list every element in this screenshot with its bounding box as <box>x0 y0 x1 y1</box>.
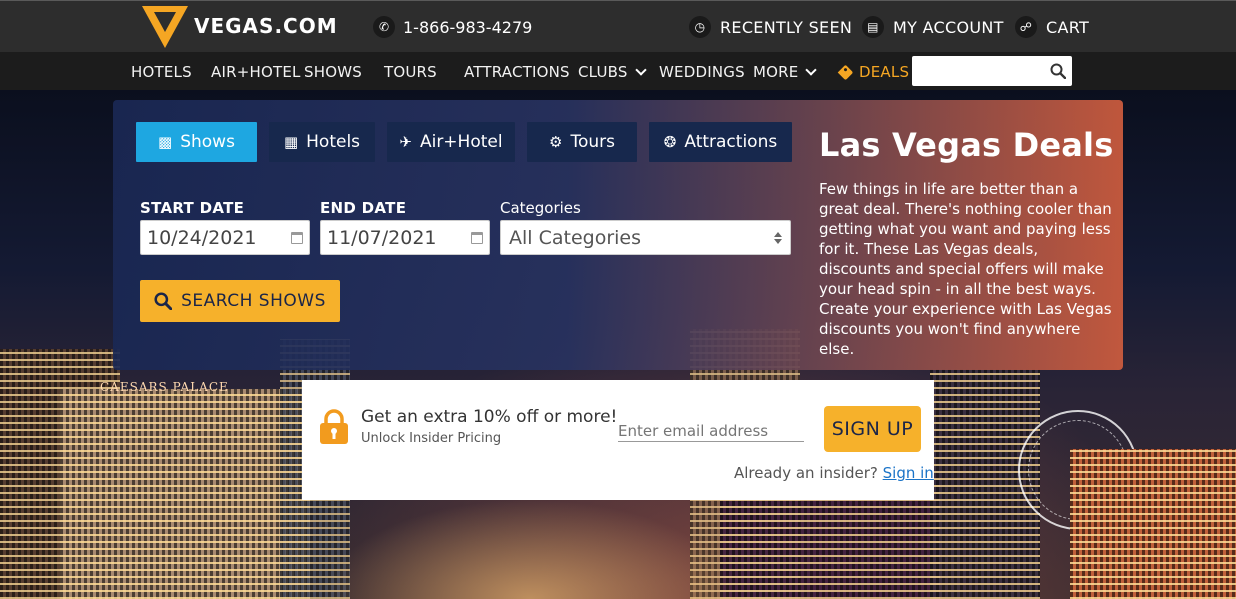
ticket-icon: ▩ <box>158 133 173 151</box>
cart-link[interactable]: ☍ CART <box>1015 16 1089 38</box>
already-insider-text: Already an insider? Sign in <box>734 464 934 482</box>
cart-icon: ☍ <box>1015 16 1037 38</box>
caesars-palace-sign: CAESARS PALACE <box>100 380 229 394</box>
select-arrows-icon <box>774 231 782 244</box>
end-date-value: 11/07/2021 <box>327 226 437 249</box>
lock-icon <box>320 409 348 444</box>
my-account-label: MY ACCOUNT <box>893 17 1004 37</box>
tab-air-hotel[interactable]: ✈ Air+Hotel <box>387 122 515 162</box>
cart-label: CART <box>1046 17 1090 37</box>
tab-attractions[interactable]: ❂ Attractions <box>649 122 792 162</box>
nav-item-more-label: MORE <box>753 63 799 81</box>
vegas-logo[interactable]: VEGAS.COM <box>142 4 338 48</box>
chevron-down-icon <box>634 63 647 76</box>
search-shows-label: SEARCH SHOWS <box>181 291 326 311</box>
nav-item-deals-label: DEALS <box>859 63 910 81</box>
email-field[interactable] <box>618 420 804 442</box>
start-date-field[interactable]: 10/24/2021 <box>140 220 310 255</box>
search-input[interactable] <box>912 56 1072 86</box>
search-icon[interactable] <box>1050 63 1066 79</box>
street-glow <box>320 499 740 599</box>
tab-hotels-label: Hotels <box>306 132 361 152</box>
building-icon: ▦ <box>283 133 299 151</box>
nav-item-more[interactable]: MORE <box>753 63 818 81</box>
phone-link[interactable]: ✆ 1-866-983-4279 <box>373 16 532 38</box>
nav-item-air-hotel[interactable]: AIR+HOTEL <box>211 63 301 81</box>
start-date-value: 10/24/2021 <box>147 226 257 249</box>
chevron-down-icon <box>805 63 818 76</box>
tag-icon <box>837 64 854 80</box>
recently-seen-label: RECENTLY SEEN <box>720 17 853 37</box>
already-insider-label: Already an insider? <box>734 464 878 482</box>
nav-item-shows[interactable]: SHOWS <box>304 63 362 81</box>
insider-signup-box: Get an extra 10% off or more! Unlock Ins… <box>302 380 934 500</box>
nav-item-attractions[interactable]: ATTRACTIONS <box>464 63 570 81</box>
airplane-icon: ✈ <box>399 133 412 151</box>
tab-tours[interactable]: ⚙ Tours <box>527 122 637 162</box>
categories-select[interactable]: All Categories <box>500 220 791 255</box>
nav-item-tours[interactable]: TOURS <box>384 63 437 81</box>
top-bar: VEGAS.COM ✆ 1-866-983-4279 ◷ RECENTLY SE… <box>0 0 1236 52</box>
tab-hotels[interactable]: ▦ Hotels <box>269 122 375 162</box>
search-panel: ▩ Shows ▦ Hotels ✈ Air+Hotel ⚙ Tours ❂ A… <box>113 100 1123 370</box>
sign-in-link[interactable]: Sign in <box>883 464 934 482</box>
logo-text: VEGAS.COM <box>194 14 338 38</box>
caesars-palace-building <box>60 389 310 599</box>
tab-tours-label: Tours <box>570 132 615 152</box>
start-date-label: START DATE <box>140 199 245 217</box>
search-shows-button[interactable]: SEARCH SHOWS <box>140 280 340 322</box>
clock-icon: ◷ <box>689 16 711 38</box>
phone-number: 1-866-983-4279 <box>403 17 533 37</box>
tab-shows[interactable]: ▩ Shows <box>136 122 257 162</box>
insider-title: Get an extra 10% off or more! <box>361 407 618 427</box>
recently-seen-link[interactable]: ◷ RECENTLY SEEN <box>689 16 852 38</box>
insider-subtitle: Unlock Insider Pricing <box>361 431 502 446</box>
helicopter-icon: ⚙ <box>549 133 563 151</box>
ballys-building <box>1070 449 1236 599</box>
calendar-icon <box>291 231 303 244</box>
nav-item-clubs[interactable]: CLUBS <box>578 63 647 81</box>
nav-item-hotels[interactable]: HOTELS <box>131 63 192 81</box>
sign-up-button[interactable]: SIGN UP <box>824 406 921 452</box>
phone-icon: ✆ <box>373 16 395 38</box>
my-account-link[interactable]: ▤ MY ACCOUNT <box>862 16 1004 38</box>
id-card-icon: ▤ <box>862 16 884 38</box>
search-icon <box>154 292 173 310</box>
ferris-wheel-icon: ❂ <box>663 133 677 151</box>
nav-item-clubs-label: CLUBS <box>578 63 628 81</box>
tab-shows-label: Shows <box>180 132 235 152</box>
nav-item-deals[interactable]: DEALS <box>837 63 910 81</box>
logo-v-icon <box>142 6 188 48</box>
main-nav: HOTELS AIR+HOTEL SHOWS TOURS ATTRACTIONS… <box>0 52 1236 90</box>
end-date-label: END DATE <box>320 199 407 217</box>
categories-label: Categories <box>500 199 581 217</box>
categories-value: All Categories <box>509 226 642 249</box>
end-date-field[interactable]: 11/07/2021 <box>320 220 490 255</box>
calendar-icon <box>471 231 483 244</box>
tab-air-hotel-label: Air+Hotel <box>419 132 503 152</box>
nav-item-weddings[interactable]: WEDDINGS <box>659 63 745 81</box>
deals-description: Few things in life are better than a gre… <box>819 180 1112 358</box>
deals-title: Las Vegas Deals <box>819 126 1114 164</box>
tab-attractions-label: Attractions <box>684 132 778 152</box>
